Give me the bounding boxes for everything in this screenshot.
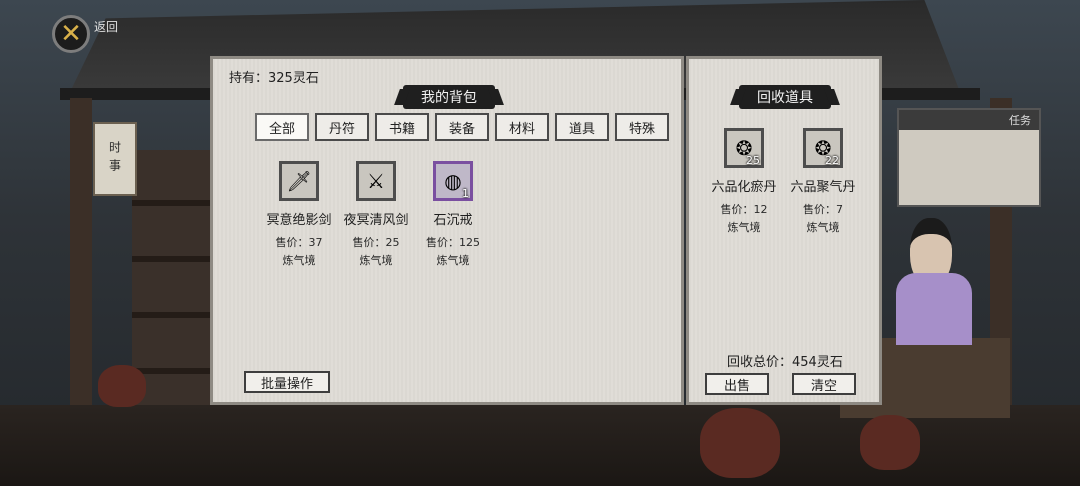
tab-books[interactable]: 书籍 (375, 113, 429, 141)
item-slot[interactable]: ◍ 1 (433, 161, 473, 201)
bag-item[interactable]: ◍ 1 石沉戒 售价：125 炼气境 (411, 161, 495, 268)
sword-icon: 🗡 (286, 169, 312, 193)
tab-pills-talismans[interactable]: 丹符 (315, 113, 369, 141)
item-name: 石沉戒 (433, 213, 473, 228)
jar (860, 415, 920, 470)
recycle-title: 回收道具 (739, 85, 831, 109)
item-price: 售价：12 (720, 203, 768, 216)
batch-operation-button[interactable]: 批量操作 (244, 371, 330, 393)
npc-robe (896, 273, 972, 345)
item-realm: 炼气境 (727, 221, 761, 234)
pillar (70, 98, 92, 428)
ring-icon: ◍ (444, 169, 462, 193)
tab-all[interactable]: 全部 (255, 113, 309, 141)
item-realm: 炼气境 (282, 254, 316, 267)
item-slot[interactable]: ❂ 22 (803, 128, 843, 168)
item-count: 22 (825, 154, 839, 167)
quest-sign-head: 任务 (899, 110, 1039, 130)
quest-sign: 任务 (897, 108, 1041, 207)
bag-title: 我的背包 (403, 85, 495, 109)
item-price: 售价：125 (426, 236, 480, 249)
recycle-item[interactable]: ❂ 22 六品聚气丹 售价：7 炼气境 (781, 128, 865, 235)
bag-item[interactable]: ⚔ 夜冥清风剑 售价：25 炼气境 (334, 161, 418, 268)
tab-equipment[interactable]: 装备 (435, 113, 489, 141)
jar (98, 365, 146, 407)
clear-button[interactable]: 清空 (792, 373, 856, 395)
bag-panel: 持有：325灵石 我的背包 全部 丹符 书籍 装备 材料 道具 特殊 🗡 冥意绝… (210, 56, 684, 405)
shelf (132, 150, 210, 410)
item-slot[interactable]: 🗡 (279, 161, 319, 201)
item-price: 售价：7 (803, 203, 843, 216)
sword-icon: ⚔ (367, 169, 385, 193)
item-realm: 炼气境 (806, 221, 840, 234)
item-name: 六品聚气丹 (790, 180, 856, 195)
item-realm: 炼气境 (359, 254, 393, 267)
bag-item[interactable]: 🗡 冥意绝影剑 售价：37 炼气境 (257, 161, 341, 268)
recycle-total: 回收总价：454灵石 (727, 355, 843, 370)
item-slot[interactable]: ⚔ (356, 161, 396, 201)
shopkeeper-npc[interactable] (888, 218, 980, 345)
back-label[interactable]: 返回 (94, 18, 118, 35)
item-name: 六品化瘀丹 (711, 180, 777, 195)
tab-special[interactable]: 特殊 (615, 113, 669, 141)
recycle-panel: 回收道具 ❂ 25 六品化瘀丹 售价：12 炼气境 ❂ 22 六品聚气丹 售价：… (686, 56, 882, 405)
item-price: 售价：37 (275, 236, 323, 249)
item-name: 夜冥清风剑 (343, 213, 409, 228)
item-realm: 炼气境 (436, 254, 470, 267)
spirit-stone-balance: 持有：325灵石 (229, 71, 319, 86)
item-name: 冥意绝影剑 (266, 213, 332, 228)
close-button[interactable]: ✕ (52, 15, 90, 53)
item-price: 售价：25 (352, 236, 400, 249)
close-icon: ✕ (60, 19, 82, 49)
hanging-sign: 时事 (93, 122, 137, 196)
item-slot[interactable]: ❂ 25 (724, 128, 764, 168)
recycle-item[interactable]: ❂ 25 六品化瘀丹 售价：12 炼气境 (702, 128, 786, 235)
tab-materials[interactable]: 材料 (495, 113, 549, 141)
sell-button[interactable]: 出售 (705, 373, 769, 395)
tab-props[interactable]: 道具 (555, 113, 609, 141)
item-count: 25 (746, 154, 760, 167)
jar (700, 408, 780, 478)
item-count: 1 (462, 187, 469, 200)
